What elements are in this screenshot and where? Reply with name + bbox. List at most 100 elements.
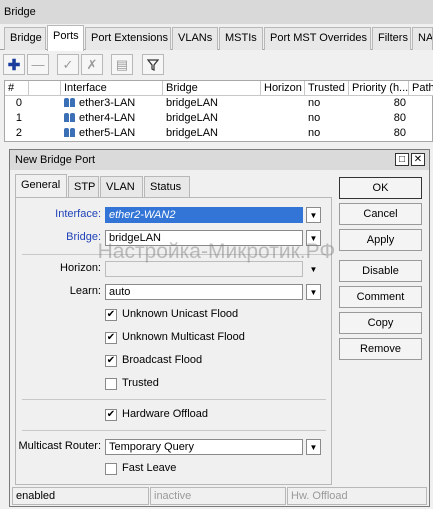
bridge-dropdown-icon[interactable]: ▼ [306,230,321,246]
row-priority: 80 [393,97,406,109]
horizon-label: Horizon: [60,262,101,274]
row-trusted: no [308,112,321,124]
general-panel: Interface: ether2-WAN2 ▼ Bridge: bridgeL… [15,197,332,485]
fast-leave-label: Fast Leave [122,462,177,474]
cancel-button[interactable]: Cancel [339,203,422,225]
close-icon[interactable]: ✕ [411,153,425,166]
row-interface: ether3-LAN [61,96,163,111]
interface-icon [64,98,76,107]
row-horizon [261,126,305,141]
tab-ports[interactable]: Ports [47,25,84,51]
unknown-unicast-flood-checkbox[interactable]: ✔ [105,309,117,321]
status-hw-offload: Hw. Offload [287,487,427,505]
row-trusted: no [308,97,321,109]
apply-button[interactable]: Apply [339,229,422,251]
tab-port-mst-overrides[interactable]: Port MST Overrides [264,27,371,50]
add-icon[interactable]: ✚ [3,54,25,75]
trusted-label: Trusted [122,377,159,389]
interface-select[interactable]: ether2-WAN2 [105,207,303,223]
copy-button[interactable]: Copy [339,312,422,334]
separator [22,254,326,255]
column-header-interface[interactable]: Interface [61,81,163,96]
row-number: 1 [15,112,22,124]
table-row[interactable]: 1 ether4-LAN bridgeLAN no 80 [5,111,433,126]
multicast-router-select[interactable]: Temporary Query [105,439,303,455]
status-running: inactive [150,487,286,505]
multicast-router-label: Multicast Router: [18,440,101,452]
ok-button[interactable]: OK [339,177,422,199]
dialog-tab-general[interactable]: General [15,174,67,198]
disable-button[interactable]: Disable [339,260,422,282]
row-priority: 80 [393,127,406,139]
table-row[interactable]: 2 ether5-LAN bridgeLAN no 80 [5,126,433,141]
filter-icon[interactable] [142,54,164,75]
tab-mstis[interactable]: MSTIs [219,27,263,50]
row-interface-name: ether3-LAN [79,97,136,109]
dialog-title-text: New Bridge Port [15,154,96,166]
broadcast-flood-checkbox[interactable]: ✔ [105,355,117,367]
column-header-bridge[interactable]: Bridge [163,81,261,96]
hardware-offload-label: Hardware Offload [122,408,209,420]
dialog-tab-vlan[interactable]: VLAN [100,176,143,197]
row-horizon [261,96,305,111]
table-row[interactable]: 0 ether3-LAN bridgeLAN no 80 [5,96,433,111]
hardware-offload-checkbox[interactable]: ✔ [105,409,117,421]
column-header-priority[interactable]: Priority (h... [349,81,409,96]
comment-icon[interactable]: ▤ [111,54,133,75]
tab-bar: Bridge Ports Port Extensions VLANs MSTIs… [0,24,433,51]
remove-icon[interactable]: — [27,54,49,75]
row-bridge: bridgeLAN [166,127,218,139]
tab-bridge[interactable]: Bridge [4,27,46,50]
row-bridge: bridgeLAN [166,97,218,109]
interface-dropdown-icon[interactable]: ▼ [306,207,321,223]
tab-vlans[interactable]: VLANs [172,27,218,50]
bridge-select[interactable]: bridgeLAN [105,230,303,246]
learn-select[interactable]: auto [105,284,303,300]
row-interface: ether4-LAN [61,111,163,126]
broadcast-flood-label: Broadcast Flood [122,354,203,366]
unknown-multicast-flood-label: Unknown Multicast Flood [122,331,245,343]
row-horizon [261,111,305,126]
row-interface: ether5-LAN [61,126,163,141]
fast-leave-checkbox[interactable] [105,463,117,475]
row-number: 0 [15,97,22,109]
row-interface-name: ether5-LAN [79,127,136,139]
horizon-input[interactable] [105,261,303,277]
dialog-title[interactable]: New Bridge Port □ ✕ [10,150,429,170]
remove-button[interactable]: Remove [339,338,422,360]
learn-dropdown-icon[interactable]: ▼ [306,284,321,300]
bridge-label: Bridge: [66,231,101,243]
multicast-router-dropdown-icon[interactable]: ▼ [306,439,321,455]
maximize-icon[interactable]: □ [395,153,409,166]
tab-filters[interactable]: Filters [372,27,411,50]
tab-port-extensions[interactable]: Port Extensions [85,27,171,50]
enable-icon[interactable]: ✓ [57,54,79,75]
column-header-horizon[interactable]: Horizon [261,81,305,96]
dialog-tab-stp[interactable]: STP [68,176,99,197]
column-header-path[interactable]: Path [409,81,433,96]
window-title: Bridge [0,0,433,24]
separator [22,399,326,400]
tab-nat[interactable]: NAT [412,27,433,50]
status-enabled: enabled [12,487,149,505]
row-interface-name: ether4-LAN [79,112,136,124]
new-bridge-port-dialog: New Bridge Port □ ✕ General STP VLAN Sta… [9,149,430,507]
learn-label: Learn: [69,285,101,297]
unknown-multicast-flood-checkbox[interactable]: ✔ [105,332,117,344]
ports-table: # Interface Bridge Horizon Trusted Prior… [4,80,433,142]
row-priority: 80 [393,112,406,124]
column-header-number[interactable]: # [5,81,29,96]
column-header-trusted[interactable]: Trusted [305,81,349,96]
horizon-dropdown-icon[interactable]: ▼ [306,261,321,277]
disable-icon[interactable]: ✗ [81,54,103,75]
dialog-tab-status[interactable]: Status [144,176,190,197]
row-trusted: no [308,127,321,139]
toolbar: ✚ — ✓ ✗ ▤ [0,51,433,77]
row-bridge: bridgeLAN [166,112,218,124]
interface-icon [64,113,76,122]
interface-icon [64,128,76,137]
row-number: 2 [15,127,22,139]
trusted-checkbox[interactable] [105,378,117,390]
comment-button[interactable]: Comment [339,286,422,308]
column-header-flags[interactable] [29,81,61,96]
